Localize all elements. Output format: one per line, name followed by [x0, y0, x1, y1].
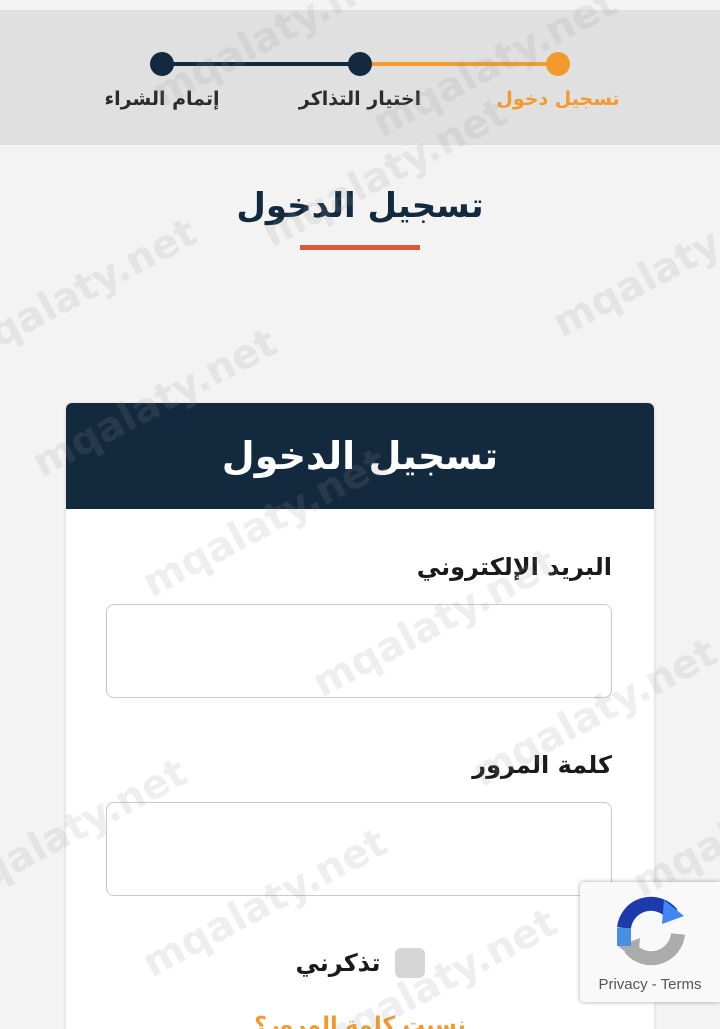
recaptcha-badge[interactable]: Privacy - Terms: [580, 882, 720, 1002]
password-label: كلمة المرور: [472, 751, 612, 779]
step-label-purchase: إتمام الشراء: [104, 88, 220, 110]
login-page: تسجيل دخول اختيار التذاكر إتمام الشراء ت…: [0, 0, 720, 1029]
login-card: تسجيل الدخول البريد الإلكتروني كلمة المر…: [66, 403, 654, 1029]
title-underline: [300, 245, 420, 250]
remember-me-label[interactable]: تذكرني: [295, 949, 380, 977]
forgot-password-link[interactable]: نسيت كلمة المرور؟: [66, 1013, 654, 1029]
email-field[interactable]: [106, 604, 612, 698]
step-connector-active: [360, 62, 558, 66]
step-dot-tickets: [348, 52, 372, 76]
remember-me-row: تذكرني: [66, 948, 654, 978]
step-connector-pending: [162, 62, 360, 66]
remember-me-checkbox[interactable]: [394, 948, 425, 978]
recaptcha-privacy-terms[interactable]: Privacy - Terms: [580, 976, 720, 993]
page-title: تسجيل الدخول: [236, 186, 484, 226]
step-dot-login: [546, 52, 570, 76]
checkout-stepper: تسجيل دخول اختيار التذاكر إتمام الشراء: [0, 10, 720, 145]
step-label-tickets: اختيار التذاكر: [298, 88, 422, 110]
watermark: mqalaty.net: [0, 209, 205, 377]
login-card-title: تسجيل الدخول: [66, 403, 654, 509]
step-label-login: تسجيل دخول: [496, 88, 620, 110]
password-field[interactable]: [106, 802, 612, 896]
step-dot-purchase: [150, 52, 174, 76]
email-label: البريد الإلكتروني: [416, 553, 612, 581]
recaptcha-logo-icon: [617, 896, 685, 966]
